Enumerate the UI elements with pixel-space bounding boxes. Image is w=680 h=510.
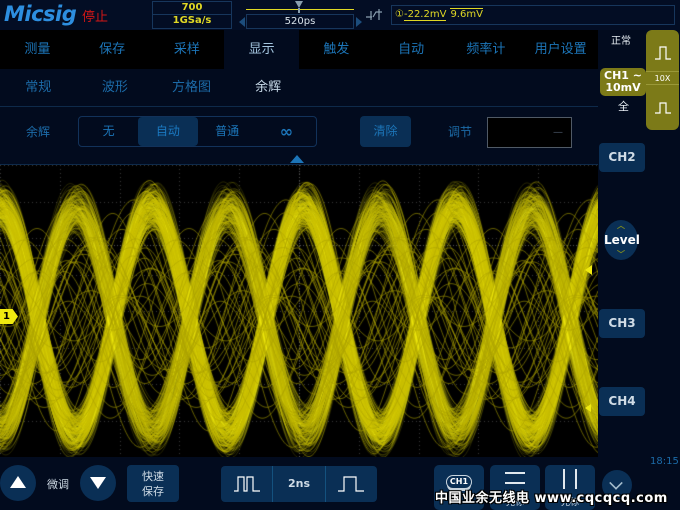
run-stop-state[interactable]: 停止 [82,6,108,25]
main-menu: 测量 保存 采样 显示 触发 自动 频率计 用户设置 [0,30,598,69]
trigger-level-marker-icon[interactable] [585,265,592,275]
arrow-down-icon [90,477,106,489]
tab-display[interactable]: 显示 [224,30,299,69]
ch4-button[interactable]: CH4 [599,387,645,416]
ch2-button[interactable]: CH2 [599,143,645,172]
level-label: Level [604,233,640,247]
sample-rate: 1GSa/s [152,15,232,29]
subtab-general[interactable]: 常规 [0,69,77,106]
status-bar: Micsig 停止 700 1GSa/s 520ps ①-22.2mV 9.6mV [0,0,680,30]
persistence-label: 余辉 [26,125,51,139]
tab-frequency-counter[interactable]: 频率计 [449,30,524,69]
timebase-control: 2ns [221,466,377,502]
tab-save[interactable]: 保存 [75,30,150,69]
subtab-persistence[interactable]: 余辉 [230,69,307,106]
tab-measure[interactable]: 测量 [0,30,75,69]
trigger-source: ① [395,9,404,20]
fine-down-button[interactable] [80,465,116,501]
acquisition-info[interactable]: 700 1GSa/s [152,1,232,29]
scroll-right-icon[interactable] [356,17,362,27]
edge-trigger-icon[interactable] [366,8,388,22]
slow-pulse-icon [338,476,365,492]
adjust-value-field[interactable]: — [487,117,572,148]
subtab-waveform[interactable]: 波形 [77,69,154,106]
timebase-decrease-button[interactable] [221,466,274,502]
persistence-normal-option[interactable]: 普通 [198,117,257,146]
trigger-position-marker-icon[interactable] [295,1,303,13]
channel-panel: 正常 CH1 ~ 10mV 全 10X CH2 ︿ Level ﹀ CH3 CH… [598,30,680,510]
timebase-increase-button[interactable] [326,466,377,502]
brand-logo: Micsig [4,2,77,26]
fast-pulse-icon [233,476,260,492]
display-submenu: 常规 波形 方格图 余辉 [0,69,598,107]
probe-panel[interactable]: 10X [646,30,679,130]
horizontal-position-bar[interactable]: 520ps [236,0,364,30]
persistence-mode-selector: 无 自动 普通 ∞ [78,116,317,147]
chevron-up-icon: ︿ [617,221,625,230]
persistence-off-option[interactable]: 无 [79,117,138,146]
quick-save-line1: 快速 [142,470,164,483]
trigger-mode[interactable]: 正常 [611,32,631,47]
probe-ratio: 10X [646,71,679,85]
ch1-bandwidth: 全 [618,100,629,113]
fine-up-button[interactable] [0,465,36,501]
narrow-pulse-icon [655,102,671,114]
ch1-button[interactable]: CH1 ~ 10mV [600,68,646,96]
ch1-scale: 10mV [605,81,641,94]
oscilloscope-screen: Micsig 停止 700 1GSa/s 520ps ①-22.2mV 9.6mV… [0,0,680,510]
subtab-graticule[interactable]: 方格图 [153,69,230,106]
watermark: 中国业余无线电 www.cqcqcq.com [435,491,668,506]
level-knob[interactable]: ︿ Level ﹀ [604,220,640,260]
quick-save-button[interactable]: 快速 保存 [127,465,179,502]
tab-acquire[interactable]: 采样 [150,30,225,69]
quick-save-line2: 保存 [142,485,164,498]
timebase-value: 2ns [273,466,326,502]
trigger-info[interactable]: ①-22.2mV 9.6mV [391,5,675,25]
horizontal-position-value: 520ps [246,14,354,29]
collapse-menu-arrow-icon[interactable] [290,155,304,163]
persistence-options: 余辉 无 自动 普通 ∞ 清除 调节 — [0,108,598,156]
trigger-readout: ①-22.2mV 9.6mV [395,8,483,21]
waveform-display[interactable] [0,164,598,457]
fine-adjust-label: 微调 [47,478,69,491]
persistence-waveform [0,165,598,457]
memory-depth: 700 [152,1,232,15]
adjust-label: 调节 [448,125,473,139]
clock: 18:15 [650,456,679,467]
tab-trigger[interactable]: 触发 [299,30,374,69]
ch3-button[interactable]: CH3 [599,309,645,338]
persistence-infinite-option[interactable]: ∞ [257,117,316,146]
wide-pulse-icon [655,46,671,60]
clear-persistence-button[interactable]: 清除 [360,116,411,147]
tab-auto[interactable]: 自动 [374,30,449,69]
tab-user-settings[interactable]: 用户设置 [523,30,598,69]
chevron-down-icon: ﹀ [617,250,625,259]
trigger-level: -22.2mV [403,9,447,21]
persistence-auto-option[interactable]: 自动 [138,117,198,146]
scroll-left-icon[interactable] [239,17,245,27]
trigger-hysteresis-marker-icon[interactable] [585,404,591,412]
trigger-hysteresis: 9.6mV [450,8,483,20]
arrow-up-icon [10,476,26,488]
